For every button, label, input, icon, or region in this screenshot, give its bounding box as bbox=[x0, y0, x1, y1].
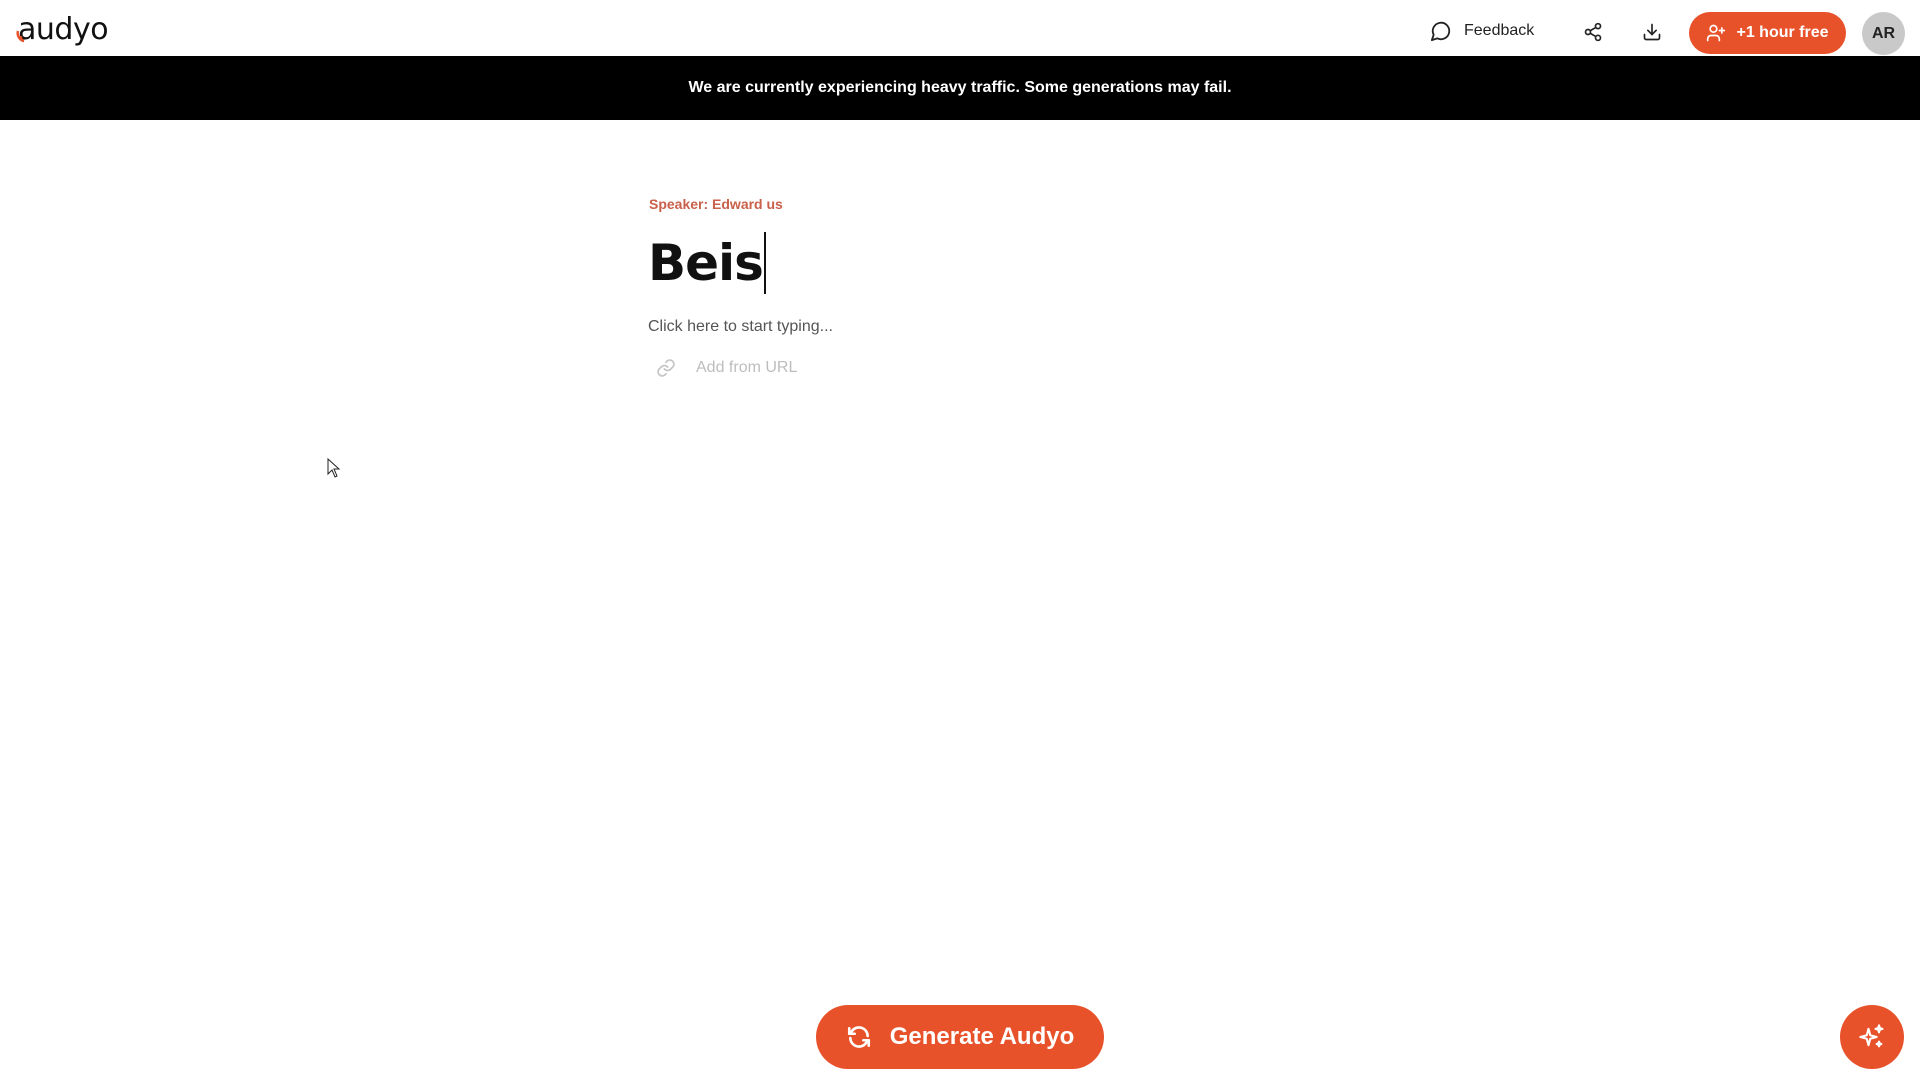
sparkles-icon bbox=[1859, 1024, 1884, 1048]
ai-assist-button[interactable] bbox=[1840, 1005, 1904, 1069]
generate-label: Generate Audyo bbox=[889, 1023, 1075, 1050]
feedback-label: Feedback bbox=[1464, 22, 1535, 39]
add-from-url-button[interactable]: Add from URL bbox=[656, 358, 797, 378]
feedback-button[interactable]: Feedback bbox=[1430, 20, 1534, 42]
avatar-initials: AR bbox=[1871, 24, 1896, 42]
chat-bubble-icon bbox=[1430, 21, 1451, 42]
banner-message: We are currently experiencing heavy traf… bbox=[688, 79, 1232, 96]
generate-audyo-button[interactable]: Generate Audyo bbox=[816, 1005, 1104, 1069]
link-icon bbox=[657, 359, 675, 377]
free-hour-button[interactable]: +1 hour free bbox=[1689, 12, 1846, 54]
title-text: Beis bbox=[648, 234, 764, 292]
free-hour-label: +1 hour free bbox=[1736, 24, 1829, 41]
logo-signal-icon bbox=[16, 30, 25, 43]
download-button[interactable] bbox=[1640, 20, 1664, 44]
share-button[interactable] bbox=[1581, 20, 1605, 44]
mouse-pointer-icon bbox=[327, 458, 341, 478]
top-header: audyo Feedback +1 hour free AR bbox=[0, 0, 1920, 56]
add-from-url-label: Add from URL bbox=[696, 359, 798, 376]
title-input[interactable]: Beis bbox=[648, 232, 766, 294]
audyo-logo[interactable]: audyo bbox=[14, 12, 109, 48]
text-caret bbox=[763, 232, 766, 294]
user-avatar[interactable]: AR bbox=[1862, 12, 1905, 55]
share-icon bbox=[1584, 22, 1602, 42]
logo-text: audyo bbox=[18, 12, 109, 47]
speaker-selector[interactable]: Speaker: Edward us bbox=[649, 196, 783, 212]
body-editor[interactable]: Click here to start typing... bbox=[648, 318, 833, 336]
user-plus-icon bbox=[1707, 24, 1726, 42]
download-icon bbox=[1643, 23, 1661, 41]
traffic-warning-banner: We are currently experiencing heavy traf… bbox=[0, 56, 1920, 120]
refresh-icon bbox=[847, 1026, 870, 1048]
